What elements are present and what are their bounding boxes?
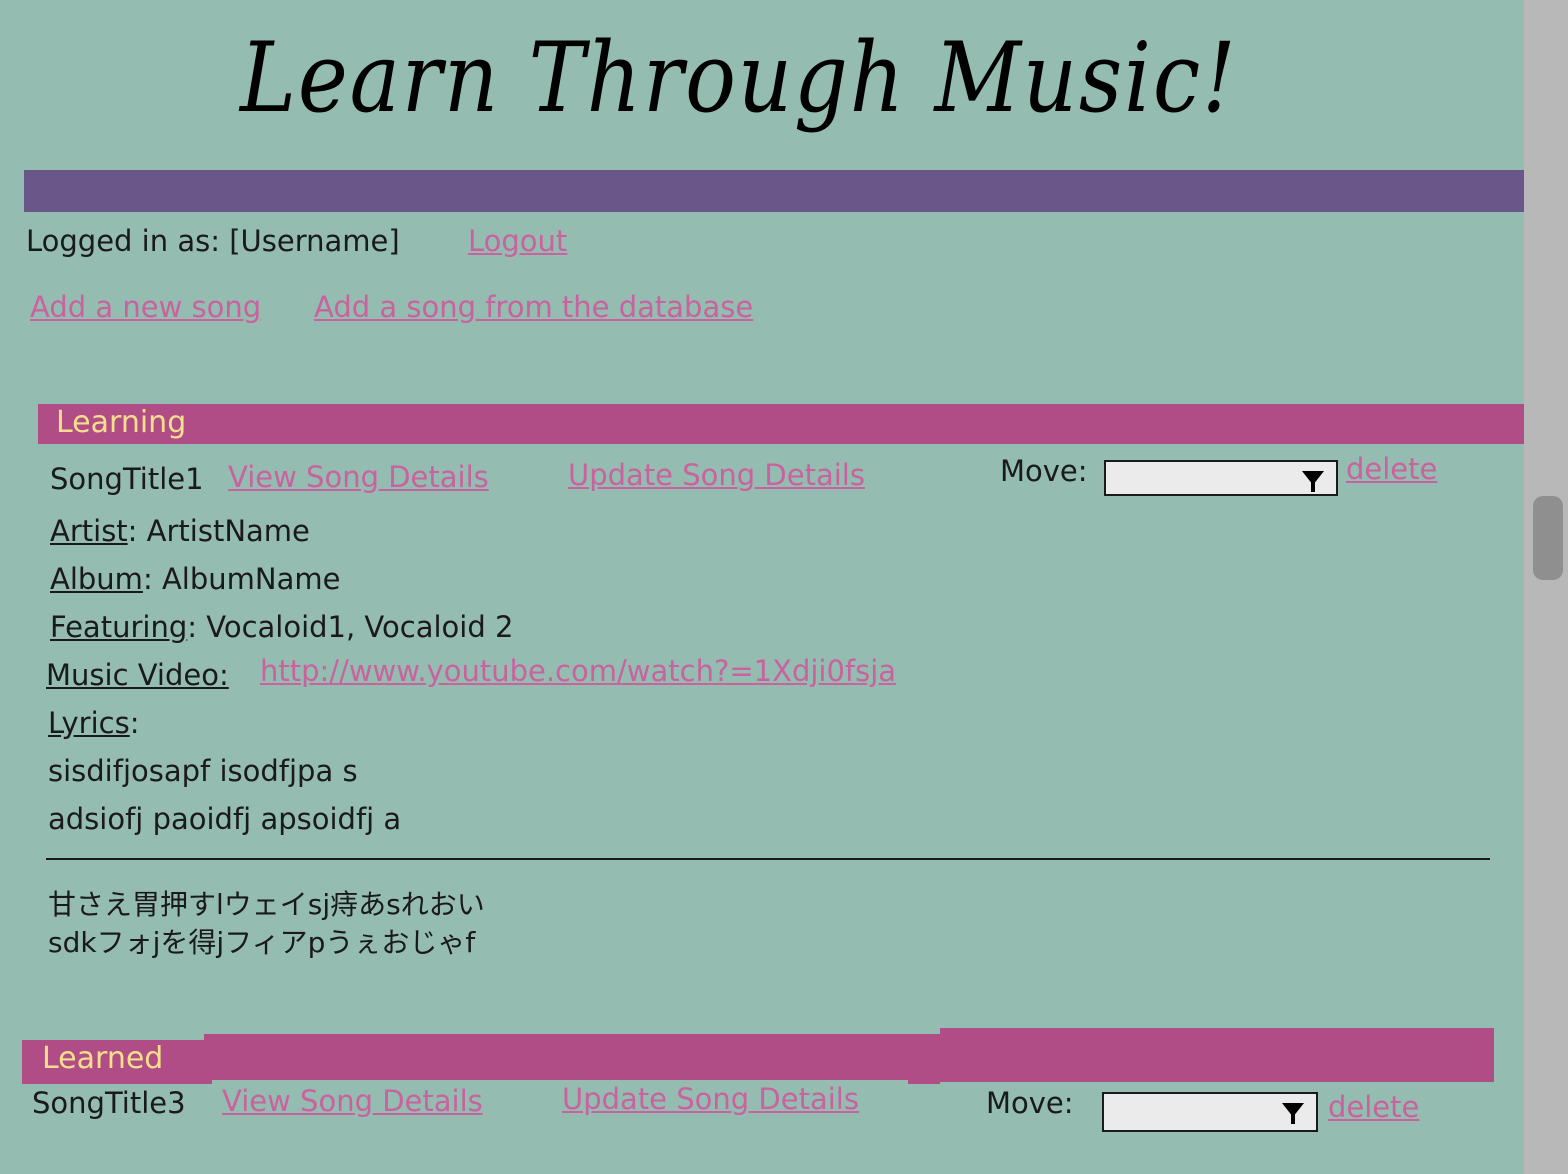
featuring-label: Featuring [50,610,188,644]
delete-link[interactable]: delete [1346,452,1437,487]
add-song-from-database-link[interactable]: Add a song from the database [314,290,753,325]
header-bar [24,170,1524,212]
move-label: Move: [1000,454,1088,488]
featuring-value: Vocaloid1, Vocaloid 2 [206,610,514,644]
music-video-link[interactable]: http://www.youtube.com/watch?=1Xdji0fsja [260,654,896,689]
lyrics-divider [46,858,1490,860]
album-label: Album [50,562,143,596]
song-title: SongTitle3 [32,1086,186,1120]
view-song-details-link[interactable]: View Song Details [228,460,489,495]
lyrics-separator: : [129,706,140,740]
learning-section-label: Learning [56,405,187,440]
add-new-song-link[interactable]: Add a new song [30,290,261,325]
learned-section-header-mid [204,1034,940,1080]
scrollbar-track[interactable] [1524,0,1568,1174]
translation-line: sdkフォjを得jフィアpうぇおじゃf [48,926,476,959]
move-label: Move: [986,1086,1074,1120]
move-select[interactable] [1102,1092,1318,1132]
update-song-details-link[interactable]: Update Song Details [562,1082,859,1117]
album-value: AlbumName [161,562,341,596]
view-song-details-link[interactable]: View Song Details [222,1084,483,1119]
delete-link[interactable]: delete [1328,1090,1419,1125]
song-title: SongTitle1 [50,462,204,496]
artist-value: ArtistName [146,514,310,548]
lyrics-line: sisdifjosapf isodfjpa s [48,754,358,788]
update-song-details-link[interactable]: Update Song Details [568,458,865,493]
music-video-label: Music Video: [46,658,229,692]
learned-section-header-right [940,1028,1494,1082]
lyrics-label: Lyrics [48,706,130,740]
artist-label: Artist [50,514,128,548]
featuring-separator: : [187,610,198,644]
album-separator: : [142,562,153,596]
lyrics-row: Lyrics: [48,706,139,741]
lyrics-line: adsiofj paoidfj apsoidfj a [48,802,402,836]
album-row: Album: AlbumName [50,562,340,597]
artist-row: Artist: ArtistName [50,514,310,549]
scrollbar-thumb[interactable] [1533,496,1563,580]
featuring-row: Featuring: Vocaloid1, Vocaloid 2 [50,610,513,645]
translation-line: 甘さえ胃押すlウェイsj痔あsれおい [48,888,485,921]
artist-separator: : [127,514,138,548]
learned-section-header-notch [908,1034,940,1084]
learning-section-header [38,404,1524,444]
page-title: Learn Through Music! [240,22,1238,134]
learned-section-label: Learned [42,1041,164,1076]
logged-in-label: Logged in as: [Username] [26,224,400,258]
move-select[interactable] [1104,460,1338,496]
logout-link[interactable]: Logout [468,224,567,259]
